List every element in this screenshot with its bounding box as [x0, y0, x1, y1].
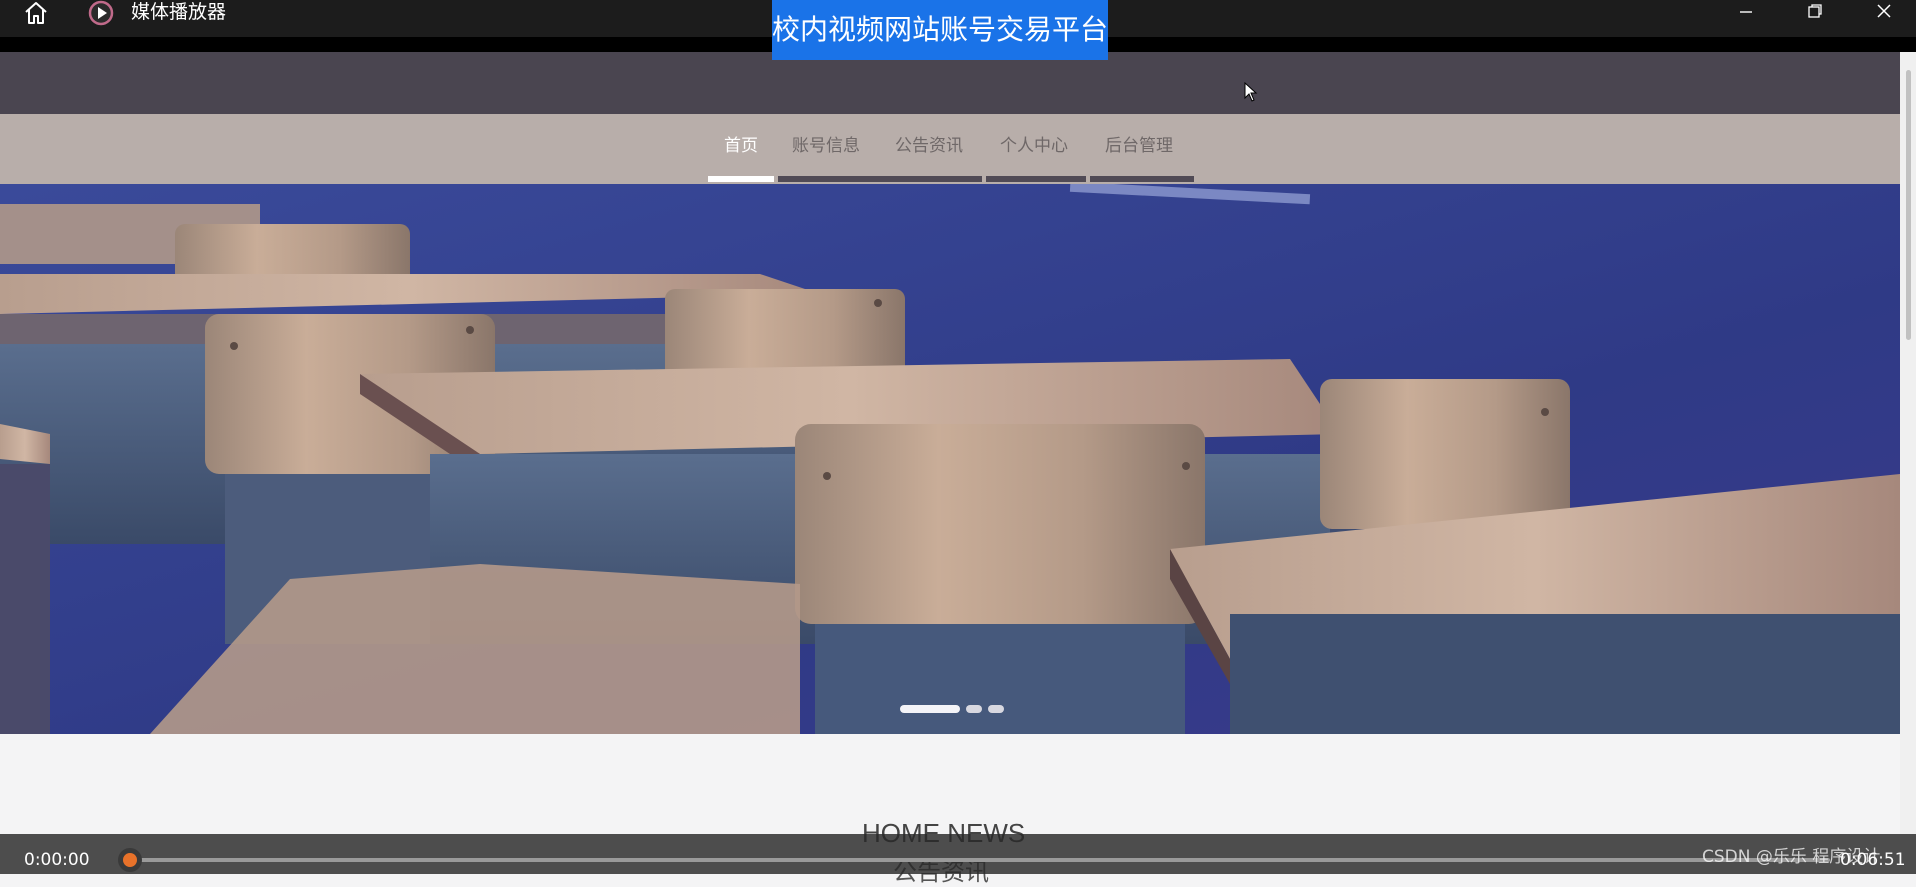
nav-item-account-info[interactable]: 账号信息 — [792, 134, 860, 158]
seek-bar[interactable] — [130, 858, 1830, 862]
nav-item-home[interactable]: 首页 — [724, 134, 758, 158]
seek-thumb[interactable] — [118, 848, 142, 872]
play-circle-icon — [88, 0, 114, 26]
mouse-cursor-icon — [1244, 82, 1258, 102]
nav-item-personal-center[interactable]: 个人中心 — [1000, 134, 1068, 158]
nav-item-admin[interactable]: 后台管理 — [1105, 134, 1173, 158]
player-controls: 0:00:00 0:06:51 — [0, 834, 1916, 874]
carousel-dot[interactable] — [900, 705, 960, 713]
minimize-icon — [1740, 11, 1752, 13]
nav-underline — [986, 176, 1086, 182]
nav-active-indicator — [708, 176, 774, 182]
banner-carousel[interactable] — [0, 184, 1900, 734]
classroom-banner-image — [0, 184, 1900, 734]
current-time: 0:00:00 — [24, 850, 90, 870]
carousel-dot[interactable] — [966, 705, 982, 713]
app-title: 媒体播放器 — [131, 1, 227, 23]
watermark-text: CSDN @乐乐 程序设计 — [1702, 847, 1881, 867]
nav-underline — [778, 176, 982, 182]
nav-underline — [1090, 176, 1194, 182]
site-nav: 首页 账号信息 公告资讯 个人中心 后台管理 — [0, 114, 1900, 184]
site-header — [0, 52, 1900, 114]
site-title: 校内视频网站账号交易平台 — [772, 0, 1108, 60]
carousel-dot[interactable] — [988, 705, 1004, 713]
close-button[interactable] — [1856, 0, 1912, 26]
nav-item-announcements[interactable]: 公告资讯 — [895, 134, 963, 158]
scrollbar-thumb[interactable] — [1906, 70, 1911, 340]
minimize-button[interactable] — [1718, 0, 1774, 26]
close-icon — [1877, 4, 1891, 18]
restore-button[interactable] — [1786, 0, 1842, 26]
restore-icon — [1808, 4, 1822, 18]
home-icon[interactable] — [22, 0, 50, 26]
